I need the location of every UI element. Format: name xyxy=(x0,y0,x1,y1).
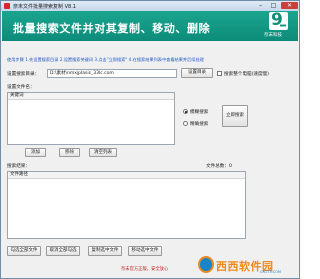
banner-headline: 批量搜索文件并对其复制、移动、删除 xyxy=(13,22,211,35)
watermark-url: CR173.COM xyxy=(260,270,281,274)
search-whole-pc-checkbox[interactable] xyxy=(217,71,222,76)
brand-logo: 9 xyxy=(269,10,288,30)
fuzzy-search-radio[interactable] xyxy=(183,109,188,114)
uncheck-all-button[interactable]: 取消全部勾选 xyxy=(46,246,80,256)
keyword-column-header: 关键词 xyxy=(8,93,174,100)
exact-search-radio[interactable] xyxy=(183,121,188,126)
keyword-list[interactable]: 关键词 xyxy=(7,92,175,145)
file-count: 文件总数：0 xyxy=(206,164,232,169)
footer-note: 奈末官方正版，安全放心 xyxy=(121,267,169,272)
site-watermark: 西西软件园 CR173.COM xyxy=(198,255,294,275)
exact-search-label: 精确搜索 xyxy=(190,122,209,127)
results-list[interactable]: 文件路径 xyxy=(7,171,246,239)
results-label: 搜索结果： xyxy=(7,164,30,169)
move-selected-button[interactable]: 移动选中文件 xyxy=(128,246,162,256)
filename-label: 设置文件名： xyxy=(7,85,35,90)
remove-keyword-button[interactable]: 移除 xyxy=(59,148,80,157)
clear-list-button[interactable]: 清空列表 xyxy=(89,148,117,157)
copy-selected-button[interactable]: 复制选中文件 xyxy=(88,246,122,256)
logo-dots-icon xyxy=(280,24,286,27)
fuzzy-search-label: 模糊搜索 xyxy=(190,110,209,115)
minimize-button[interactable]: – xyxy=(254,2,267,9)
path-column-header: 文件路径 xyxy=(8,172,245,179)
logo-caption: 奈末科技 xyxy=(264,33,282,38)
header-banner: 批量搜索文件并对其复制、移动、删除 9 奈末科技 xyxy=(2,10,298,41)
app-icon xyxy=(4,3,10,9)
search-whole-pc-label: 搜索整个电脑(速度慢) xyxy=(224,72,269,77)
watermark-logo-icon xyxy=(198,256,214,273)
search-dir-label: 设置搜索目录： xyxy=(7,72,40,77)
window-title: 奈末文件批量搜索复制 V8.1 xyxy=(13,4,76,10)
browse-dir-button[interactable]: 设置目录 xyxy=(181,68,213,78)
logo-mark: 9 xyxy=(271,10,283,30)
usage-notice: 使用步骤 1.先设置搜索目录 2.设置搜索关键词 3.点击"立即搜索" 4.在搜… xyxy=(7,57,204,62)
check-all-button[interactable]: 勾选全部文件 xyxy=(7,246,41,256)
search-now-button[interactable]: 立即搜索 xyxy=(222,105,248,127)
close-button[interactable]: ✕ xyxy=(281,2,298,9)
search-dir-input[interactable]: D:\素材\nmxjplasis_33lc.com xyxy=(47,69,177,78)
add-keyword-button[interactable]: 添加 xyxy=(25,148,46,157)
app-window: 奈末文件批量搜索复制 V8.1 – □ ✕ 批量搜索文件并对其复制、移动、删除 … xyxy=(0,0,300,279)
maximize-button[interactable]: □ xyxy=(267,2,280,9)
title-bar: 奈末文件批量搜索复制 V8.1 – □ ✕ xyxy=(1,1,299,11)
